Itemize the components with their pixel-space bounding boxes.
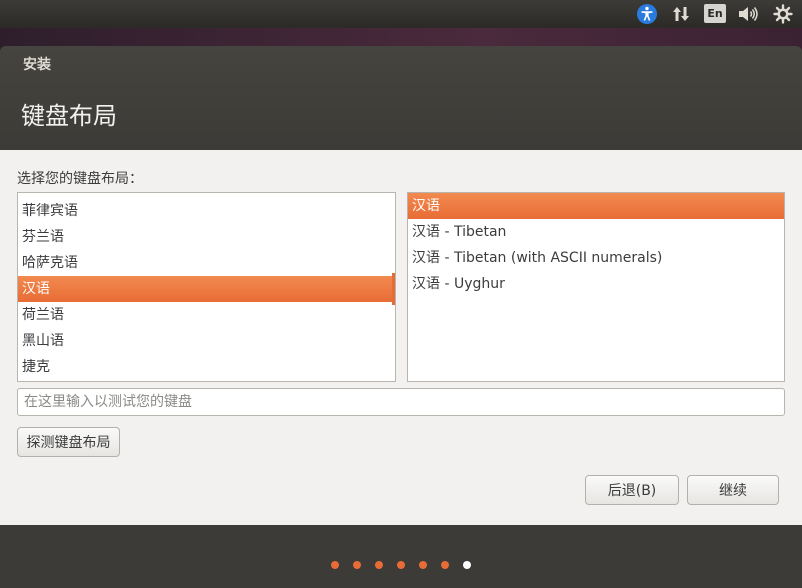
progress-dots bbox=[331, 561, 485, 569]
progress-dot bbox=[441, 561, 449, 569]
network-transfer-icon[interactable] bbox=[670, 3, 692, 25]
layout-list-item[interactable]: 黑山语 bbox=[18, 328, 395, 354]
variant-list-item[interactable]: 汉语 - Tibetan (with ASCII numerals) bbox=[408, 245, 784, 271]
settings-gear-icon[interactable] bbox=[772, 3, 794, 25]
progress-footer bbox=[0, 525, 802, 588]
accessibility-icon[interactable] bbox=[636, 3, 658, 25]
continue-button[interactable]: 继续 bbox=[687, 475, 779, 505]
layout-list-item[interactable]: 荷兰语 bbox=[18, 302, 395, 328]
variant-list-item[interactable]: 汉语 - Uyghur bbox=[408, 271, 784, 297]
layout-list[interactable]: 菲律宾语 芬兰语 哈萨克语 汉语 荷兰语 黑山语 捷克 bbox=[17, 192, 396, 382]
variant-list[interactable]: 汉语 汉语 - Tibetan 汉语 - Tibetan (with ASCII… bbox=[407, 192, 785, 382]
page-title: 键盘布局 bbox=[21, 102, 117, 130]
progress-dot bbox=[397, 561, 405, 569]
layout-list-item[interactable]: 菲律宾语 bbox=[18, 198, 395, 224]
variant-list-item-selected[interactable]: 汉语 bbox=[408, 193, 784, 219]
layout-prompt-label: 选择您的键盘布局： bbox=[17, 171, 143, 187]
detect-layout-button[interactable]: 探测键盘布局 bbox=[17, 427, 120, 457]
layout-list-scrollbar[interactable] bbox=[392, 273, 395, 305]
progress-dot bbox=[375, 561, 383, 569]
progress-dot bbox=[419, 561, 427, 569]
progress-dot bbox=[331, 561, 339, 569]
content-area: 选择您的键盘布局： 菲律宾语 芬兰语 哈萨克语 汉语 荷兰语 黑山语 捷克 汉语… bbox=[0, 150, 802, 525]
window-header: 安装 键盘布局 bbox=[0, 46, 802, 150]
layout-list-item[interactable]: 哈萨克语 bbox=[18, 250, 395, 276]
window-title: 安装 bbox=[23, 57, 51, 73]
layout-list-item-selected[interactable]: 汉语 bbox=[18, 276, 395, 302]
keyboard-test-input[interactable] bbox=[17, 388, 785, 416]
back-button[interactable]: 后退(B) bbox=[585, 475, 679, 505]
variant-list-item[interactable]: 汉语 - Tibetan bbox=[408, 219, 784, 245]
installer-window: 安装 键盘布局 选择您的键盘布局： 菲律宾语 芬兰语 哈萨克语 汉语 荷兰语 黑… bbox=[0, 46, 802, 588]
keyboard-indicator[interactable]: En bbox=[704, 4, 726, 23]
top-panel: En bbox=[0, 0, 802, 28]
volume-icon[interactable] bbox=[737, 3, 759, 25]
layout-list-item[interactable]: 芬兰语 bbox=[18, 224, 395, 250]
layout-list-item[interactable]: 捷克 bbox=[18, 354, 395, 380]
progress-dot-current bbox=[463, 561, 471, 569]
progress-dot bbox=[353, 561, 361, 569]
